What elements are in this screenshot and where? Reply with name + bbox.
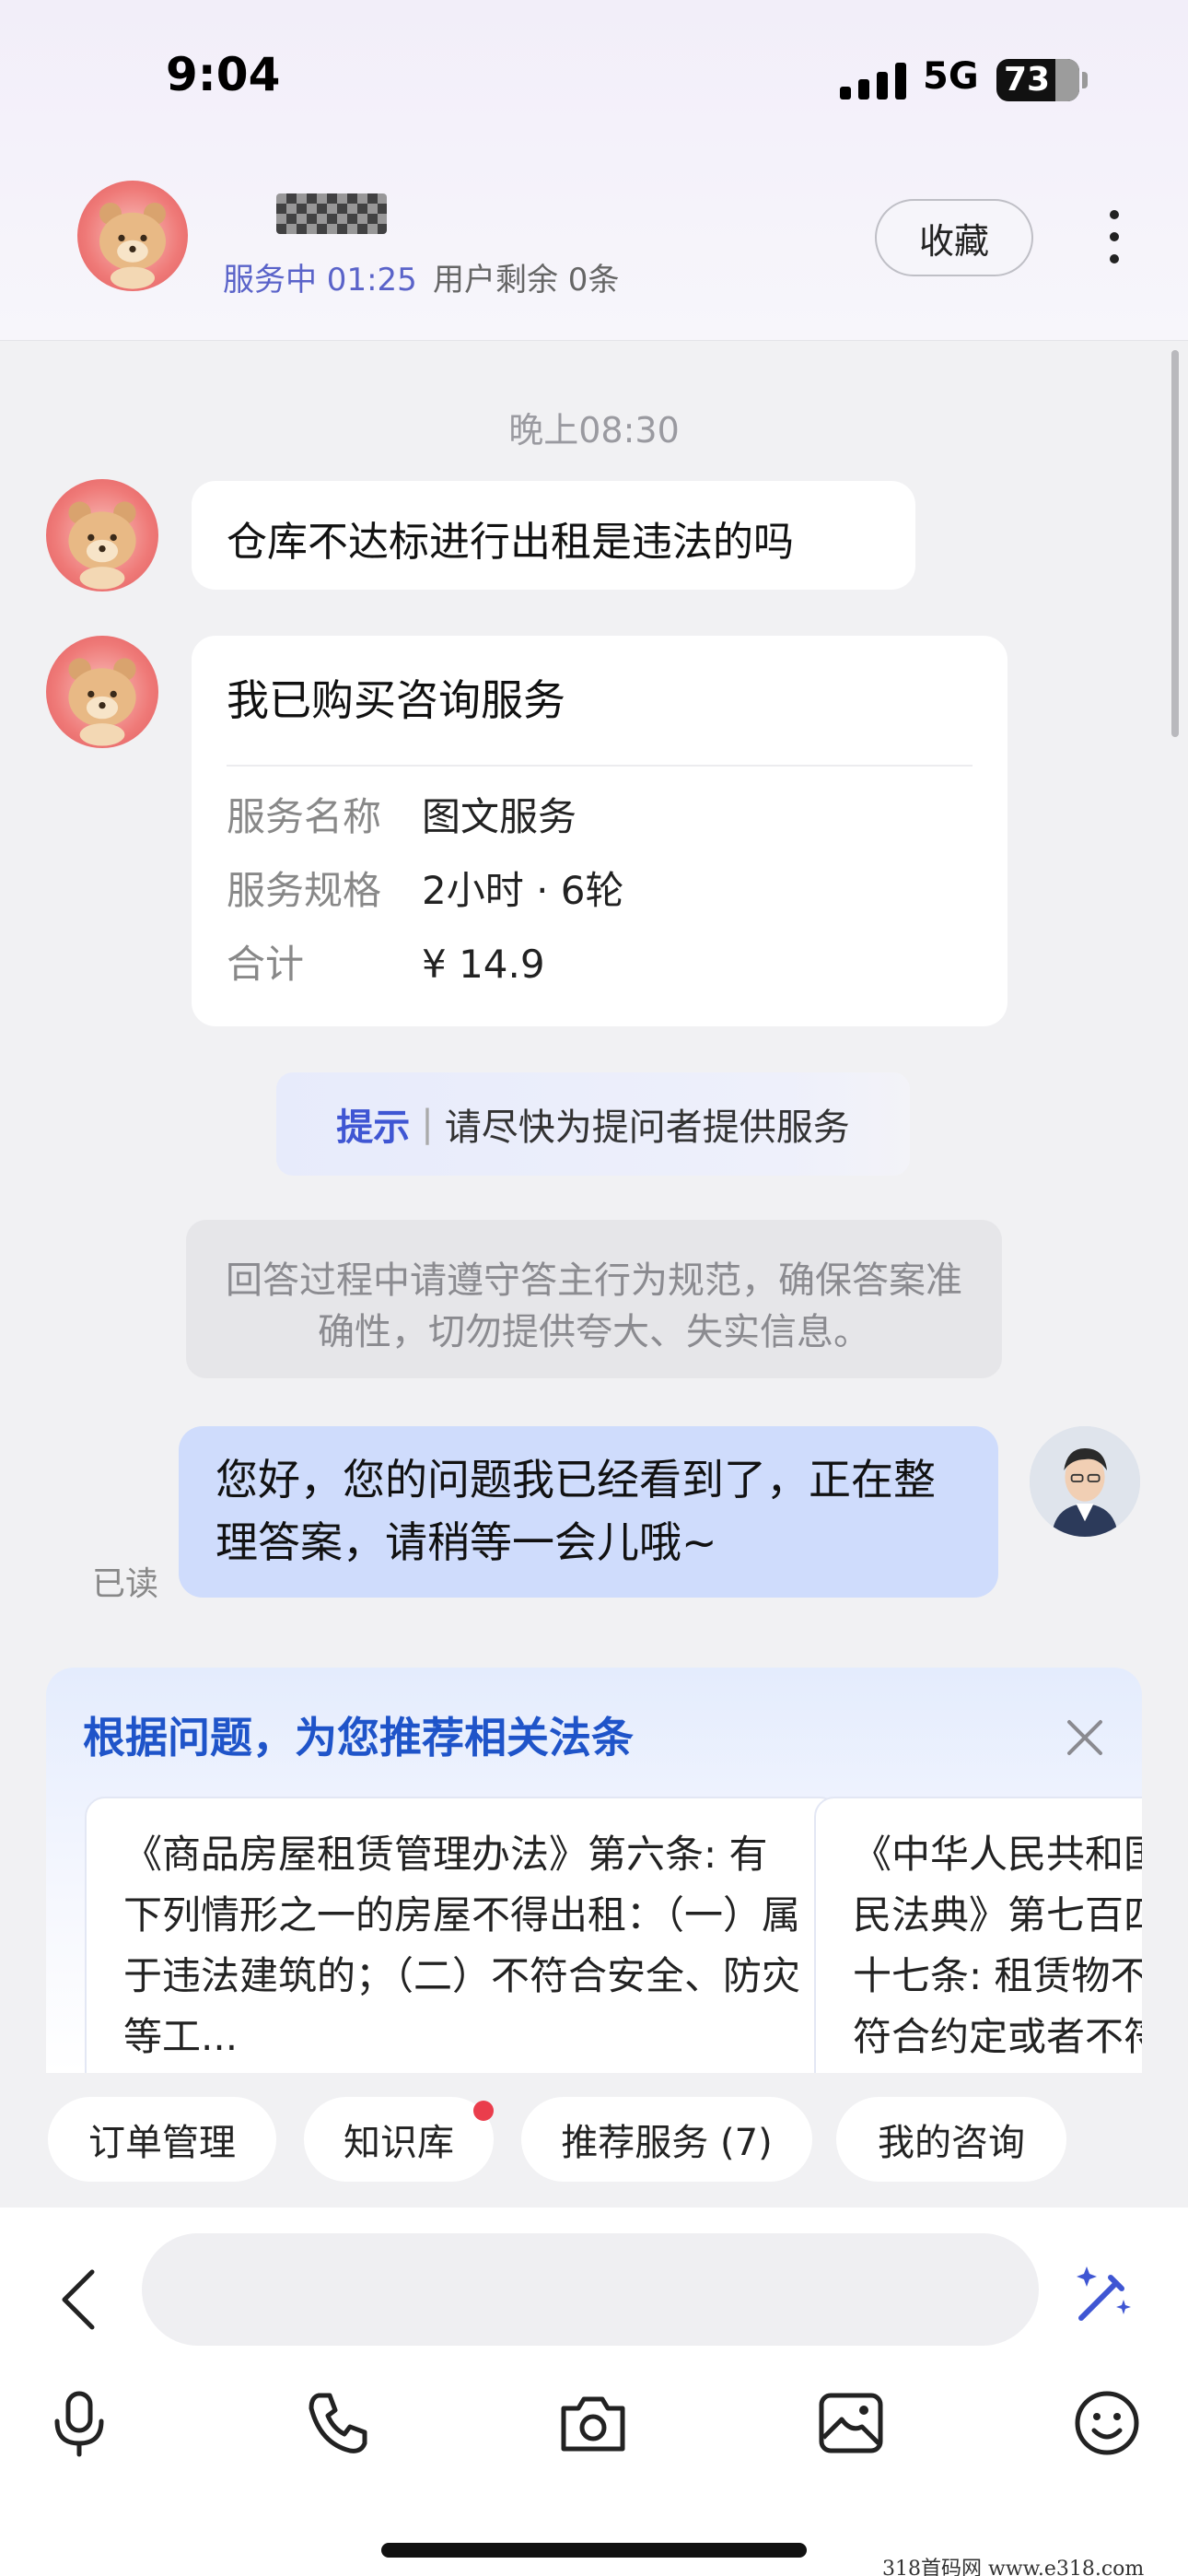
watermark: 318首码网 www.e318.com: [882, 2558, 1145, 2576]
recommendation-title: 根据问题，为您推荐相关法条: [83, 1713, 634, 1762]
network-type: 5G: [923, 55, 979, 98]
magic-wand-icon[interactable]: [1068, 2257, 1142, 2331]
order-management-chip[interactable]: 订单管理: [48, 2097, 276, 2182]
battery-level: 73: [1004, 61, 1051, 99]
reply-message[interactable]: 您好，您的问题我已经看到了，正在整理答案，请稍等一会儿哦~: [179, 1426, 998, 1598]
question-message[interactable]: 仓库不达标进行出租是违法的吗: [192, 481, 915, 590]
bear-icon: [99, 203, 166, 289]
tip-banner: 提示 | 请尽快为提问者提供服务: [276, 1072, 910, 1176]
service-row-key: 服务名称: [227, 794, 382, 839]
image-icon[interactable]: [814, 2386, 888, 2460]
law-text: 《商品房屋租赁管理办法》第六条: 有下列情形之一的房屋不得出租：（一）属于违法建…: [123, 1832, 801, 2059]
user-name-mosaic: [276, 193, 387, 234]
notification-dot: [473, 2101, 494, 2121]
phone-icon[interactable]: [300, 2386, 374, 2460]
back-chevron-icon[interactable]: [55, 2263, 101, 2336]
message-input[interactable]: [142, 2233, 1039, 2346]
service-row-value: ¥ 14.9: [422, 942, 545, 987]
rule-notice: 回答过程中请遵守答主行为规范，确保答案准确性，切勿提供夸大、失实信息。: [186, 1220, 1002, 1378]
battery-tip: [1082, 72, 1088, 88]
lawyer-avatar[interactable]: [1030, 1426, 1140, 1537]
divider: [227, 765, 973, 767]
camera-icon[interactable]: [556, 2386, 630, 2460]
signal-icon: [840, 61, 906, 100]
asker-avatar[interactable]: [46, 479, 158, 591]
person-icon: [1030, 1426, 1140, 1537]
asker-avatar[interactable]: [46, 636, 158, 748]
recommended-services-chip[interactable]: 推荐服务 (7): [521, 2097, 812, 2182]
tip-text: 请尽快为提问者提供服务: [444, 1107, 850, 1149]
favorite-button[interactable]: 收藏: [875, 199, 1033, 276]
close-icon[interactable]: [1059, 1712, 1111, 1763]
chat-timestamp: 晚上08:30: [508, 410, 680, 451]
service-row: 服务规格 2小时 · 6轮: [227, 868, 973, 914]
service-row-value: 2小时 · 6轮: [422, 868, 624, 913]
my-consultations-chip[interactable]: 我的咨询: [836, 2097, 1066, 2182]
bear-icon: [68, 501, 136, 590]
microphone-icon[interactable]: [42, 2386, 116, 2460]
service-row: 服务名称 图文服务: [227, 794, 973, 840]
battery-icon: 73: [996, 59, 1079, 101]
law-card[interactable]: 《中华人民共和国民法典》第七百四十七条: 租赁物不符合约定或者不符合使用目的的，…: [814, 1797, 1142, 2073]
status-time: 9:04: [166, 48, 281, 101]
law-recommendation-panel: 根据问题，为您推荐相关法条 《商品房屋租赁管理办法》第六条: 有下列情形之一的房…: [46, 1668, 1142, 2073]
tip-separator: |: [421, 1103, 434, 1145]
bear-icon: [68, 658, 136, 746]
knowledge-base-chip[interactable]: 知识库: [304, 2097, 494, 2182]
law-text: 《中华人民共和国民法典》第七百四十七条: 租赁物不符合约定或者不符合使用目的的，…: [853, 1832, 1142, 2059]
more-vertical-icon[interactable]: [1096, 205, 1133, 269]
service-row-value: 图文服务: [422, 794, 577, 839]
service-status: 服务中 01:25: [223, 262, 417, 299]
user-avatar[interactable]: [77, 181, 188, 291]
service-row-key: 合计: [227, 942, 305, 987]
service-row: 合计 ¥ 14.9: [227, 942, 973, 988]
emoji-icon[interactable]: [1070, 2386, 1144, 2460]
tip-label: 提示: [336, 1107, 411, 1149]
read-status: 已读: [92, 1565, 159, 1603]
service-card[interactable]: 我已购买咨询服务 服务名称 图文服务 服务规格 2小时 · 6轮 合计 ¥ 14…: [192, 636, 1007, 1026]
service-row-key: 服务规格: [227, 868, 382, 913]
remaining-count: 用户剩余 0条: [433, 262, 620, 299]
service-card-title: 我已购买咨询服务: [227, 675, 565, 725]
home-indicator: [381, 2543, 807, 2558]
law-card[interactable]: 《商品房屋租赁管理办法》第六条: 有下列情形之一的房屋不得出租：（一）属于违法建…: [85, 1797, 840, 2073]
